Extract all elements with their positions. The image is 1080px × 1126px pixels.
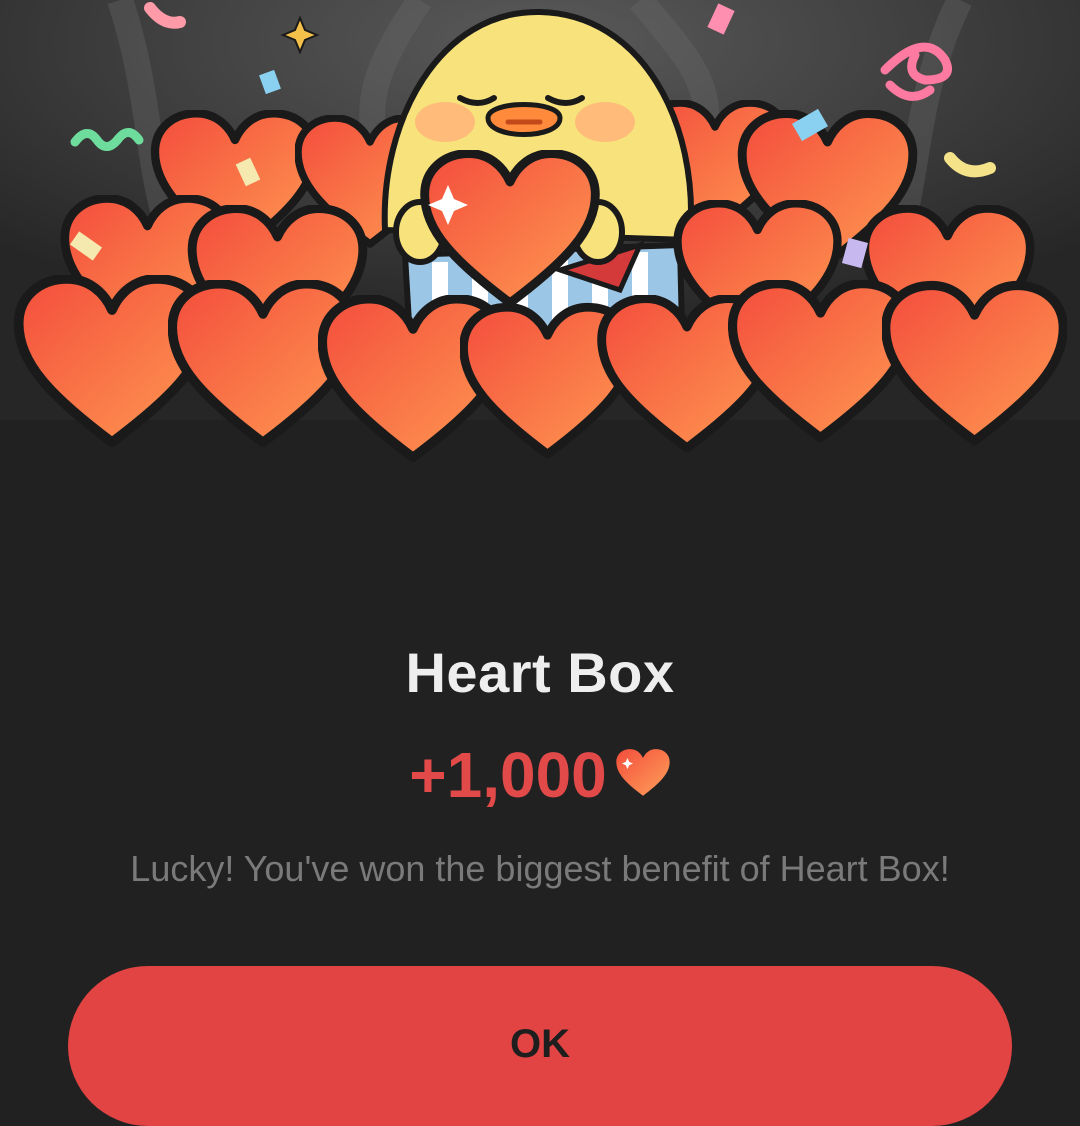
reward-message: Lucky! You've won the biggest benefit of…	[130, 848, 950, 889]
celebration-illustration-svg	[0, 0, 1080, 500]
heart-icon	[615, 748, 671, 803]
dialog-title: Heart Box	[405, 641, 675, 704]
reward-amount: +1,000	[409, 739, 607, 811]
reward-row: +1,000	[0, 735, 1080, 815]
ok-button[interactable]: OK	[68, 966, 1012, 1126]
ok-button-label: OK	[510, 1022, 570, 1066]
celebration-illustration	[0, 0, 1080, 500]
